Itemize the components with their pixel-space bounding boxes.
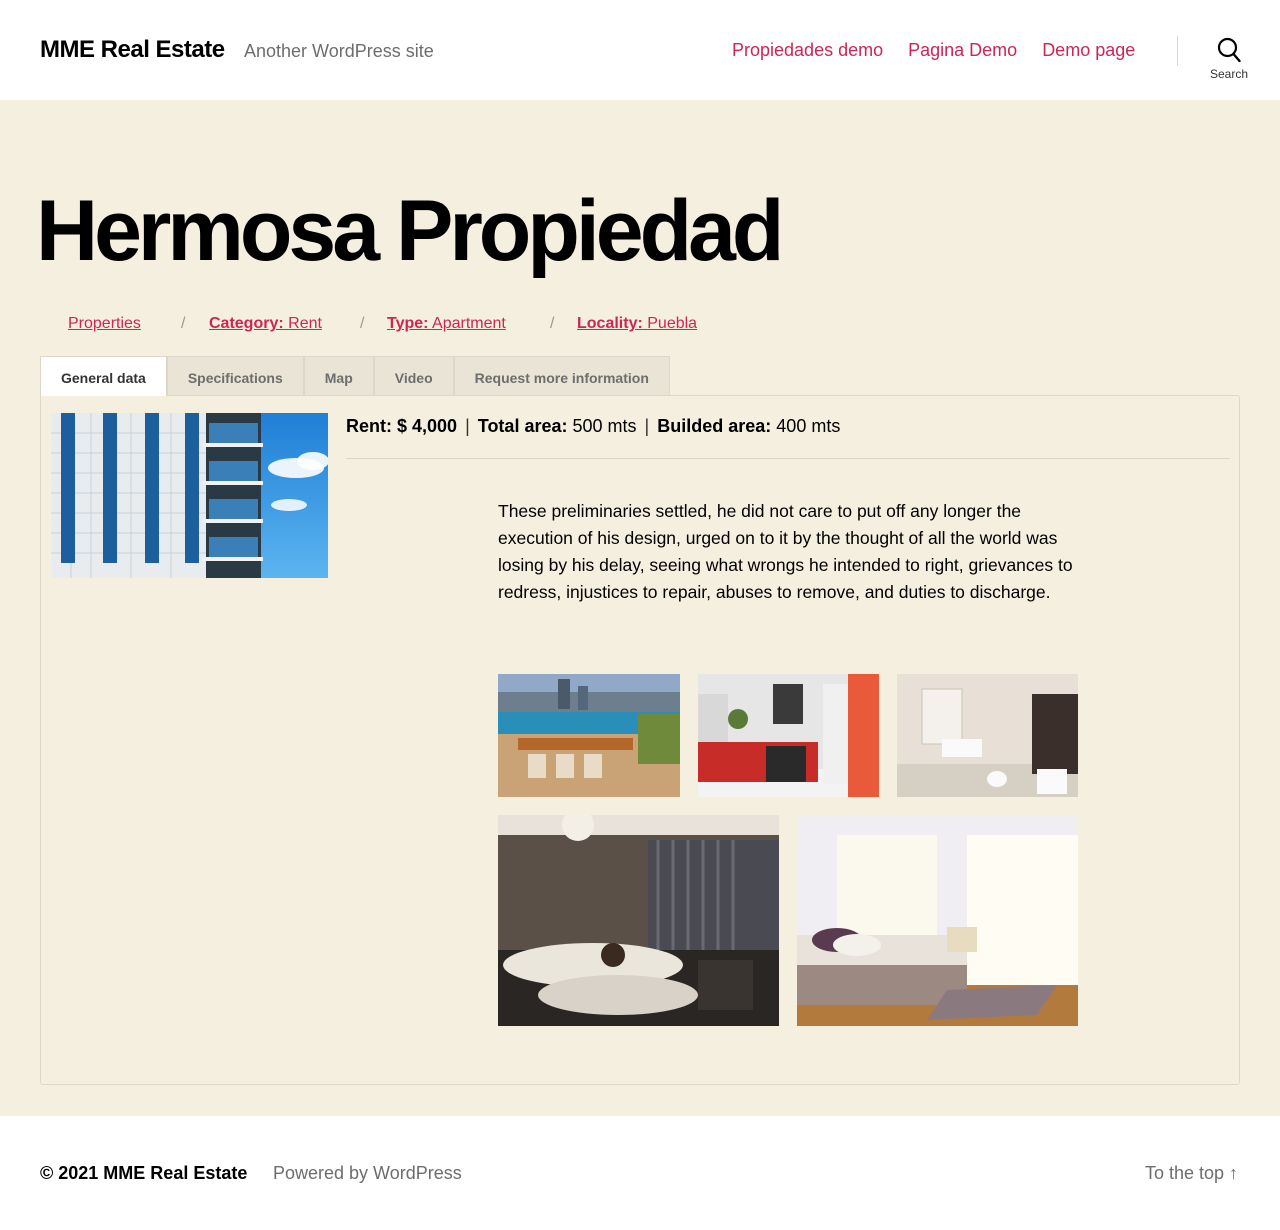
terrace-photo bbox=[498, 674, 680, 797]
page-title: Hermosa Propiedad bbox=[36, 183, 784, 279]
gallery-image-bedroom[interactable] bbox=[797, 815, 1078, 1026]
site-footer: © 2021 MME Real Estate Powered by WordPr… bbox=[0, 1116, 1280, 1230]
footer-copyright[interactable]: © 2021 MME Real Estate bbox=[40, 1163, 247, 1184]
breadcrumb-category-value: Rent bbox=[288, 315, 322, 332]
breadcrumb-category-label: Category: bbox=[209, 315, 284, 332]
bedroom-photo bbox=[797, 815, 1078, 1026]
tab-specifications[interactable]: Specifications bbox=[166, 356, 304, 396]
breadcrumb-category[interactable]: Category: Rent bbox=[209, 315, 322, 333]
tab-map[interactable]: Map bbox=[303, 356, 374, 396]
main-content: Hermosa Propiedad Properties / Category:… bbox=[0, 100, 1280, 1116]
breadcrumb-locality[interactable]: Locality: Puebla bbox=[577, 315, 697, 333]
search-icon bbox=[1217, 37, 1241, 63]
breadcrumb-type-value: Apartment bbox=[432, 315, 506, 332]
living-room-photo bbox=[498, 815, 779, 1026]
site-header: MME Real Estate Another WordPress site P… bbox=[0, 0, 1280, 100]
facts-separator: | bbox=[465, 416, 470, 436]
nav-item-propiedades-demo[interactable]: Propiedades demo bbox=[732, 40, 883, 61]
builded-area-label: Builded area: bbox=[657, 416, 772, 436]
nav-divider bbox=[1177, 36, 1178, 66]
tab-request-information[interactable]: Request more information bbox=[453, 356, 670, 396]
property-description: These preliminaries settled, he did not … bbox=[498, 501, 1073, 602]
property-key-facts: Rent: $ 4,000 | Total area: 500 mts | Bu… bbox=[346, 416, 840, 437]
search-label: Search bbox=[1209, 67, 1249, 81]
gallery-image-terrace[interactable] bbox=[498, 674, 680, 797]
building-photo bbox=[51, 413, 328, 578]
breadcrumb-properties[interactable]: Properties bbox=[68, 315, 141, 333]
property-featured-image bbox=[51, 413, 328, 578]
footer-powered-by[interactable]: Powered by WordPress bbox=[273, 1163, 462, 1184]
gallery-image-kitchen[interactable] bbox=[698, 674, 879, 797]
site-title[interactable]: MME Real Estate bbox=[40, 36, 225, 64]
total-area-value: 500 mts bbox=[572, 416, 637, 436]
breadcrumb-separator: / bbox=[181, 315, 186, 332]
search-button[interactable]: Search bbox=[1206, 37, 1252, 81]
builded-area-value: 400 mts bbox=[776, 416, 841, 436]
nav-item-demo-page[interactable]: Demo page bbox=[1042, 40, 1135, 61]
primary-nav: Propiedades demo Pagina Demo Demo page bbox=[732, 40, 1135, 61]
property-tabs: General data Specifications Map Video Re… bbox=[40, 356, 670, 396]
rent-price: Rent: $ 4,000 bbox=[346, 416, 458, 436]
gallery-image-living-room[interactable] bbox=[498, 815, 779, 1026]
total-area-label: Total area: bbox=[477, 416, 568, 436]
breadcrumb-type[interactable]: Type: Apartment bbox=[387, 315, 506, 333]
tab-video[interactable]: Video bbox=[373, 356, 454, 396]
tab-panel-general-data: Rent: $ 4,000 | Total area: 500 mts | Bu… bbox=[40, 395, 1240, 1085]
facts-divider bbox=[346, 458, 1230, 459]
tab-general-data[interactable]: General data bbox=[40, 356, 167, 396]
facts-separator: | bbox=[644, 416, 650, 436]
breadcrumb-locality-value: Puebla bbox=[647, 315, 698, 332]
site-tagline: Another WordPress site bbox=[244, 41, 434, 61]
to-the-top-link[interactable]: To the top ↑ bbox=[1145, 1163, 1238, 1184]
breadcrumb-locality-label: Locality: bbox=[577, 315, 643, 332]
breadcrumb-separator: / bbox=[550, 315, 555, 332]
gallery-image-bathroom[interactable] bbox=[897, 674, 1078, 797]
kitchen-photo bbox=[698, 674, 879, 797]
bathroom-photo bbox=[897, 674, 1078, 797]
breadcrumb-type-label: Type: bbox=[387, 315, 429, 332]
nav-item-pagina-demo[interactable]: Pagina Demo bbox=[908, 40, 1017, 61]
breadcrumb-separator: / bbox=[360, 315, 365, 332]
